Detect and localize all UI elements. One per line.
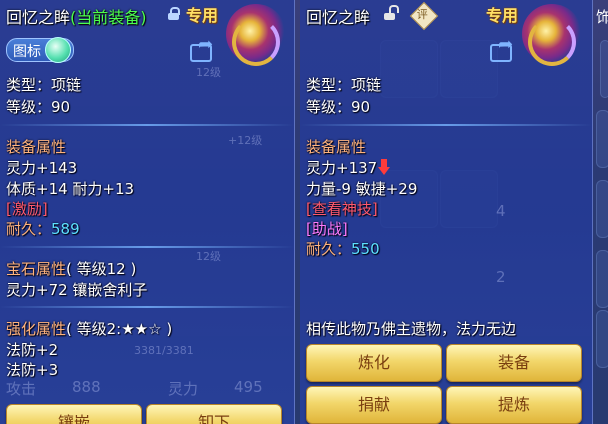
unlock-icon[interactable] xyxy=(384,5,399,20)
bg-slot xyxy=(596,180,608,238)
unequip-button[interactable]: 卸下 xyxy=(146,404,282,424)
refine-button[interactable]: 炼化 xyxy=(306,344,442,382)
item-title: 回忆之眸(当前装备) xyxy=(6,4,147,28)
bg-level-badge: +12级 xyxy=(228,134,263,147)
attr-lingli: 灵力+143 xyxy=(6,159,78,177)
zhuzhan-link[interactable]: [助战] xyxy=(306,218,348,239)
durability: 耐久：550 xyxy=(306,238,380,259)
bg-slot xyxy=(596,110,608,168)
bg-slot xyxy=(596,250,608,308)
extract-button[interactable]: 提炼 xyxy=(446,386,582,424)
enhance-level: ( 等级2:★★☆ ) xyxy=(66,320,173,338)
durability-value: 589 xyxy=(51,220,80,238)
bg-slot-count: 2 xyxy=(496,268,506,286)
share-icon[interactable]: ➦ xyxy=(490,36,516,62)
bg-level-badge: 12级 xyxy=(196,66,221,79)
level-line: 等级：90 xyxy=(306,98,371,116)
decrease-arrow-icon xyxy=(378,159,391,175)
item-title: 回忆之眸 xyxy=(306,4,370,28)
durability-label: 耐久： xyxy=(6,220,52,238)
side-tab-label[interactable]: 饰 xyxy=(596,6,608,27)
necklace-item-icon xyxy=(226,4,286,66)
level-line: 等级：90 xyxy=(6,98,71,116)
item-name: 回忆之眸 xyxy=(6,8,71,27)
enhance-header: 强化属性 xyxy=(6,320,67,338)
gem-attr: 宝石属性( 等级12 ) xyxy=(6,258,136,279)
fafang-line-1: 法防+2 xyxy=(6,341,59,359)
attr-lingli-row: 灵力+137 xyxy=(306,157,391,178)
attr-tizhi: 体质+14 耐力+13 xyxy=(6,180,135,198)
necklace-item-icon xyxy=(522,4,582,66)
item-description: 相传此物乃佛主遗物，法力无边 xyxy=(306,320,517,338)
jili-link[interactable]: [激励] xyxy=(6,198,48,219)
bg-hp: 3381/3381 xyxy=(134,344,194,357)
current-equip-tag: (当前装备) xyxy=(70,8,147,27)
equip-attr-header: 装备属性 xyxy=(6,138,67,156)
exclusive-label: 专用 xyxy=(486,6,519,25)
bg-attack-value: 888 xyxy=(72,378,101,396)
evaluate-icon[interactable]: 评 xyxy=(409,1,439,31)
fafang-line-2: 法防+3 xyxy=(6,361,59,379)
durability-value: 550 xyxy=(351,240,380,258)
divider xyxy=(0,246,294,248)
bg-slot xyxy=(596,310,608,368)
bg-attack-label: 攻击 xyxy=(6,380,37,398)
type-line: 类型：项链 xyxy=(306,76,382,94)
icon-toggle[interactable]: 图标 xyxy=(6,37,74,63)
divider xyxy=(0,124,294,126)
donate-button[interactable]: 捐献 xyxy=(306,386,442,424)
lock-icon[interactable] xyxy=(168,7,180,20)
divider xyxy=(300,124,592,126)
bg-level-badge: 12级 xyxy=(196,250,221,263)
durability: 耐久：589 xyxy=(6,218,80,239)
enhance-attr: 强化属性( 等级2:★★☆ ) xyxy=(6,318,172,339)
equip-attr-header: 装备属性 xyxy=(306,138,367,156)
durability-label: 耐久： xyxy=(306,240,352,258)
inlay-button[interactable]: 镶嵌 xyxy=(6,404,142,424)
bg-lingli-label: 灵力 xyxy=(168,380,199,398)
exclusive-label: 专用 xyxy=(186,6,219,25)
gem-header: 宝石属性 xyxy=(6,260,67,278)
bg-slot xyxy=(600,40,608,98)
share-icon[interactable]: ➦ xyxy=(190,36,216,62)
icon-toggle-label: 图标 xyxy=(13,44,41,60)
attr-liliang: 力量-9 敏捷+29 xyxy=(306,180,418,198)
attr-lingli: 灵力+137 xyxy=(306,159,378,177)
bg-lingli-value: 495 xyxy=(234,378,263,396)
current-equipment-panel: 12级 +12级 12级 3381/3381 攻击 888 灵力 495 回忆之… xyxy=(0,0,295,424)
item-name: 回忆之眸 xyxy=(306,8,371,27)
toggle-knob xyxy=(45,37,71,63)
equip-button[interactable]: 装备 xyxy=(446,344,582,382)
divider xyxy=(0,306,294,308)
check-skill-link[interactable]: [查看神技] xyxy=(306,198,378,219)
bg-slot-count: 4 xyxy=(496,202,506,220)
type-line: 类型：项链 xyxy=(6,76,82,94)
gem-level: ( 等级12 ) xyxy=(66,260,137,278)
compare-equipment-panel: 4 2 回忆之眸 评 专用 ➦ 类型：项链 等级：90 装备属性 灵力+137 … xyxy=(300,0,593,424)
gem-line: 灵力+72 镶嵌舍利子 xyxy=(6,281,148,299)
